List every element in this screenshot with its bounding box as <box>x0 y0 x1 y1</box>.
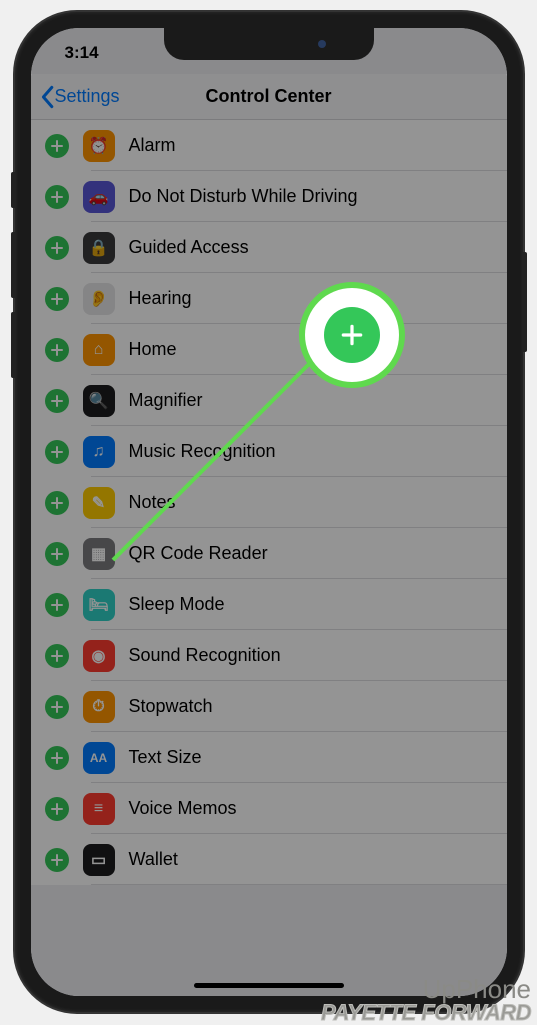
row-label: Voice Memos <box>129 798 237 819</box>
add-button-home[interactable] <box>45 338 69 362</box>
callout-add-icon <box>324 307 380 363</box>
add-button-wallet[interactable] <box>45 848 69 872</box>
watermark-line1: UpPhone <box>321 976 531 1002</box>
chevron-left-icon <box>39 85 55 109</box>
row-label: Music Recognition <box>129 441 276 462</box>
row-text-size[interactable]: AA Text Size <box>31 732 507 783</box>
plus-icon <box>51 293 63 305</box>
page-title: Control Center <box>206 86 332 107</box>
home-icon: ⌂ <box>83 334 115 366</box>
row-magnifier[interactable]: 🔍 Magnifier <box>31 375 507 426</box>
magnifier-icon: 🔍 <box>83 385 115 417</box>
phone-frame: 3:14 Settings Control Center ⏰ Alarm 🚗 Do N… <box>15 12 523 1012</box>
back-button[interactable]: Settings <box>39 85 120 109</box>
status-time: 3:14 <box>65 43 99 63</box>
plus-icon <box>51 344 63 356</box>
row-alarm[interactable]: ⏰ Alarm <box>31 120 507 171</box>
guided-access-icon: 🔒 <box>83 232 115 264</box>
back-label: Settings <box>55 86 120 107</box>
nav-bar: Settings Control Center <box>31 74 507 120</box>
row-voice-memos[interactable]: ≡ Voice Memos <box>31 783 507 834</box>
controls-list[interactable]: ⏰ Alarm 🚗 Do Not Disturb While Driving 🔒 Guid… <box>31 120 507 885</box>
row-label: Hearing <box>129 288 192 309</box>
add-button-stopwatch[interactable] <box>45 695 69 719</box>
row-home[interactable]: ⌂ Home <box>31 324 507 375</box>
row-music-recognition[interactable]: ♫ Music Recognition <box>31 426 507 477</box>
row-label: Notes <box>129 492 176 513</box>
row-label: Do Not Disturb While Driving <box>129 186 358 207</box>
add-button-alarm[interactable] <box>45 134 69 158</box>
sound-recognition-icon: ◉ <box>83 640 115 672</box>
notch <box>164 28 374 60</box>
wallet-icon: ▭ <box>83 844 115 876</box>
row-label: QR Code Reader <box>129 543 268 564</box>
row-stopwatch[interactable]: ⏱ Stopwatch <box>31 681 507 732</box>
add-button-voice-memos[interactable] <box>45 797 69 821</box>
qr-code-reader-icon: ▦ <box>83 538 115 570</box>
add-button-notes[interactable] <box>45 491 69 515</box>
plus-icon <box>51 242 63 254</box>
row-label: Alarm <box>129 135 176 156</box>
add-button-sound-recognition[interactable] <box>45 644 69 668</box>
add-button-sleep-mode[interactable] <box>45 593 69 617</box>
add-button-guided-access[interactable] <box>45 236 69 260</box>
plus-icon <box>51 650 63 662</box>
row-label: Guided Access <box>129 237 249 258</box>
volume-down-button <box>11 312 15 378</box>
row-sleep-mode[interactable]: 🛏 Sleep Mode <box>31 579 507 630</box>
hearing-icon: 👂 <box>83 283 115 315</box>
plus-icon <box>51 191 63 203</box>
plus-icon <box>51 803 63 815</box>
watermark: UpPhone PAYETTE FORWARD <box>321 976 531 1024</box>
sleep-mode-icon: 🛏 <box>83 589 115 621</box>
stopwatch-icon: ⏱ <box>83 691 115 723</box>
dnd-driving-icon: 🚗 <box>83 181 115 213</box>
add-button-magnifier[interactable] <box>45 389 69 413</box>
plus-icon <box>51 701 63 713</box>
phone-screen: 3:14 Settings Control Center ⏰ Alarm 🚗 Do N… <box>31 28 507 996</box>
callout-circle <box>305 288 399 382</box>
row-label: Home <box>129 339 177 360</box>
row-label: Sound Recognition <box>129 645 281 666</box>
row-qr-code-reader[interactable]: ▦ QR Code Reader <box>31 528 507 579</box>
add-button-dnd-driving[interactable] <box>45 185 69 209</box>
row-label: Magnifier <box>129 390 203 411</box>
alarm-icon: ⏰ <box>83 130 115 162</box>
plus-icon <box>51 497 63 509</box>
plus-icon <box>339 322 365 348</box>
volume-up-button <box>11 232 15 298</box>
row-sound-recognition[interactable]: ◉ Sound Recognition <box>31 630 507 681</box>
plus-icon <box>51 548 63 560</box>
side-button <box>523 252 527 352</box>
add-button-hearing[interactable] <box>45 287 69 311</box>
row-dnd-driving[interactable]: 🚗 Do Not Disturb While Driving <box>31 171 507 222</box>
add-button-text-size[interactable] <box>45 746 69 770</box>
plus-icon <box>51 752 63 764</box>
notes-icon: ✎ <box>83 487 115 519</box>
plus-icon <box>51 446 63 458</box>
row-hearing[interactable]: 👂 Hearing <box>31 273 507 324</box>
text-size-icon: AA <box>83 742 115 774</box>
add-button-qr-code-reader[interactable] <box>45 542 69 566</box>
watermark-line2: PAYETTE FORWARD <box>321 1002 531 1024</box>
plus-icon <box>51 395 63 407</box>
plus-icon <box>51 599 63 611</box>
row-guided-access[interactable]: 🔒 Guided Access <box>31 222 507 273</box>
mute-switch <box>11 172 15 208</box>
row-label: Sleep Mode <box>129 594 225 615</box>
row-notes[interactable]: ✎ Notes <box>31 477 507 528</box>
row-label: Wallet <box>129 849 178 870</box>
plus-icon <box>51 854 63 866</box>
voice-memos-icon: ≡ <box>83 793 115 825</box>
music-recognition-icon: ♫ <box>83 436 115 468</box>
row-label: Stopwatch <box>129 696 213 717</box>
plus-icon <box>51 140 63 152</box>
add-button-music-recognition[interactable] <box>45 440 69 464</box>
row-label: Text Size <box>129 747 202 768</box>
row-wallet[interactable]: ▭ Wallet <box>31 834 507 885</box>
